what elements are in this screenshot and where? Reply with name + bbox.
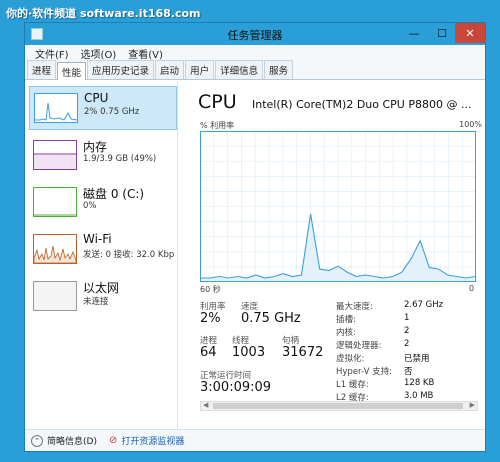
sidebar-item-wifi-sub: 发送: 0 接收: 32.0 Kbp <box>83 250 175 260</box>
processes-value: 64 <box>200 345 217 360</box>
scrollbar-thumb[interactable] <box>213 403 463 409</box>
graph-x-right-label: 0 <box>469 284 475 293</box>
sidebar-item-memory-sub: 1.9/3.9 GB (49%) <box>83 154 157 164</box>
disk-thumbnail-graph <box>33 187 77 217</box>
tab-startup[interactable]: 启动 <box>155 60 185 79</box>
content-area: CPU 2% 0.75 GHz 内存 1.9/3.9 GB (49%) 磁盘 0… <box>25 81 485 429</box>
spec-virtualization-key: 虚拟化: <box>336 354 365 364</box>
sidebar-item-ethernet[interactable]: 以太网 未连接 <box>29 275 177 319</box>
sidebar-item-ethernet-sub: 未连接 <box>83 297 109 307</box>
sidebar-item-wifi[interactable]: Wi-Fi 发送: 0 接收: 32.0 Kbp <box>29 228 177 272</box>
spec-cores-value: 2 <box>404 326 410 336</box>
tab-processes[interactable]: 进程 <box>27 60 57 79</box>
scroll-right-arrow-icon[interactable]: ▶ <box>470 401 475 409</box>
tab-app-history[interactable]: 应用历史记录 <box>87 60 155 79</box>
utilization-value: 2% <box>200 311 221 326</box>
spec-max-speed-value: 2.67 GHz <box>404 300 444 310</box>
spec-max-speed-key: 最大速度: <box>336 302 373 312</box>
tab-services[interactable]: 服务 <box>264 60 294 79</box>
sidebar-item-wifi-title: Wi-Fi <box>83 232 112 246</box>
resource-monitor-icon: ⊘ <box>108 435 118 446</box>
spec-logical-key: 逻辑处理器: <box>336 341 382 351</box>
cpu-heading: CPU <box>198 91 237 113</box>
sidebar-item-cpu[interactable]: CPU 2% 0.75 GHz <box>29 86 177 130</box>
cpu-thumbnail-graph <box>34 93 78 123</box>
minimize-button[interactable]: — <box>401 23 427 43</box>
spec-sockets-key: 插槽: <box>336 315 356 325</box>
chevron-up-icon[interactable]: ⌃ <box>31 434 43 447</box>
tab-bar: 进程 性能 应用历史记录 启动 用户 详细信息 服务 <box>25 60 485 80</box>
sidebar-item-cpu-title: CPU <box>84 91 109 105</box>
sidebar-item-disk-sub: 0% <box>83 201 97 211</box>
watermark: 你的·软件频道 software.it168.com <box>6 7 201 20</box>
tab-performance[interactable]: 性能 <box>57 62 87 80</box>
cpu-model-name: Intel(R) Core(TM)2 Duo CPU P8800 @ ... <box>252 98 472 111</box>
cpu-utilization-graph <box>200 131 476 282</box>
tab-details[interactable]: 详细信息 <box>215 60 264 79</box>
open-resource-monitor-link[interactable]: 打开资源监视器 <box>121 434 184 447</box>
spec-hyperv-value: 否 <box>404 367 413 377</box>
spec-sockets-value: 1 <box>404 313 410 323</box>
threads-value: 1003 <box>232 345 266 360</box>
menu-view[interactable]: 查看(V) <box>122 46 169 61</box>
title-bar[interactable]: 任务管理器 — ☐ ✕ <box>25 23 485 45</box>
spec-logical-value: 2 <box>404 339 410 349</box>
graph-y-label: % 利用率 <box>200 121 235 130</box>
sidebar-item-disk[interactable]: 磁盘 0 (C:) 0% <box>29 181 177 225</box>
graph-x-left-label: 60 秒 <box>200 285 221 294</box>
fewer-details-link[interactable]: 简略信息(D) <box>47 434 97 447</box>
horizontal-scrollbar[interactable]: ◀ ▶ <box>200 401 478 411</box>
scroll-left-arrow-icon[interactable]: ◀ <box>203 401 208 409</box>
handles-value: 31672 <box>282 345 324 360</box>
close-button[interactable]: ✕ <box>455 23 485 43</box>
cpu-detail-panel: CPU Intel(R) Core(TM)2 Duo CPU P8800 @ .… <box>179 81 485 429</box>
uptime-value: 3:00:09:09 <box>200 380 272 395</box>
wifi-thumbnail-graph <box>33 234 77 264</box>
spec-hyperv-key: Hyper-V 支持: <box>336 367 392 377</box>
spec-l1-value: 128 KB <box>404 378 435 388</box>
resource-sidebar: CPU 2% 0.75 GHz 内存 1.9/3.9 GB (49%) 磁盘 0… <box>25 81 178 429</box>
menu-options[interactable]: 选项(O) <box>75 46 123 61</box>
sidebar-item-memory-title: 内存 <box>83 140 108 154</box>
maximize-button[interactable]: ☐ <box>429 23 455 43</box>
spec-virtualization-value: 已禁用 <box>404 354 430 364</box>
spec-l2-value: 3.0 MB <box>404 391 434 401</box>
graph-y-max-label: 100% <box>459 120 482 129</box>
sidebar-item-cpu-sub: 2% 0.75 GHz <box>84 107 140 117</box>
sidebar-item-disk-title: 磁盘 0 (C:) <box>83 187 145 201</box>
footer-bar: ⌃ 简略信息(D) ⊘ 打开资源监视器 <box>25 429 485 451</box>
tab-users[interactable]: 用户 <box>185 60 215 79</box>
menu-file[interactable]: 文件(F) <box>29 46 75 61</box>
spec-l1-key: L1 缓存: <box>336 380 369 390</box>
sidebar-item-memory[interactable]: 内存 1.9/3.9 GB (49%) <box>29 134 177 178</box>
task-manager-window: 任务管理器 — ☐ ✕ 文件(F) 选项(O) 查看(V) 进程 性能 应用历史… <box>24 22 486 452</box>
ethernet-thumbnail-graph <box>33 281 77 311</box>
memory-thumbnail-graph <box>33 140 77 170</box>
sidebar-item-ethernet-title: 以太网 <box>83 281 120 295</box>
speed-value: 0.75 GHz <box>241 311 301 326</box>
spec-cores-key: 内核: <box>336 328 356 338</box>
